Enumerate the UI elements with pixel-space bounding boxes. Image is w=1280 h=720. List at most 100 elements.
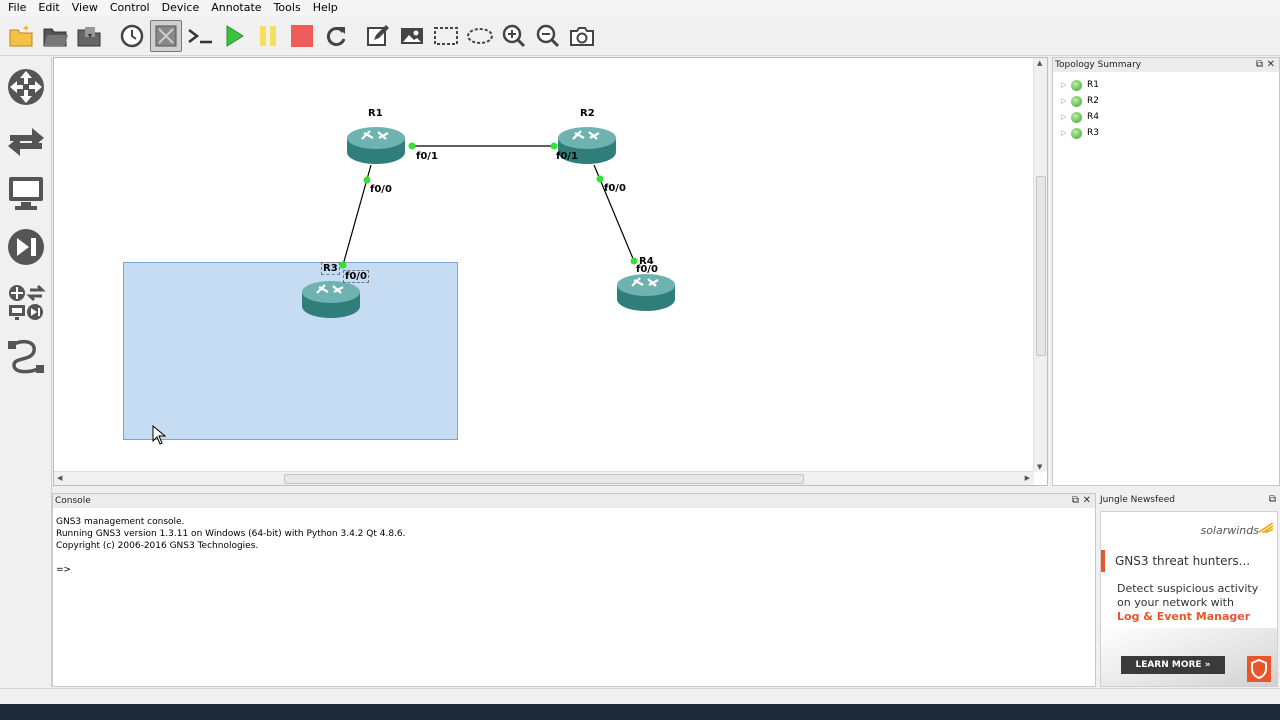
router-r1[interactable] (346, 124, 406, 166)
show-interface-labels-button[interactable] (150, 19, 182, 52)
draw-ellipse-button[interactable] (464, 20, 496, 52)
browse-switches-button[interactable] (4, 119, 48, 163)
topology-item-label: R1 (1087, 80, 1099, 90)
mouse-cursor-icon (152, 425, 166, 445)
edit-note-icon (367, 24, 389, 46)
ad-learn-more-button[interactable]: LEARN MORE » (1121, 656, 1225, 674)
newsfeed-title-bar: Jungle Newsfeed ⧉ (1098, 493, 1280, 507)
cable-icon (8, 339, 44, 374)
topology-item-r4[interactable]: ▷ R4 (1061, 110, 1099, 124)
ad-headline: GNS3 threat hunters... (1115, 554, 1251, 568)
scroll-down-arrow-icon[interactable]: ▼ (1037, 463, 1042, 471)
topology-summary-title-bar: Topology Summary ⧉ ✕ (1053, 58, 1279, 72)
router-icon (617, 274, 675, 311)
port-label-r4-f00[interactable]: f0/0 (636, 264, 658, 275)
node-label-r1[interactable]: R1 (368, 108, 383, 119)
reload-icon (326, 26, 346, 46)
router-type-icon (8, 69, 44, 105)
topology-canvas[interactable]: R1 R2 R3 R4 f0/1 f0/1 f0/0 f0/0 f0/0 f0/… (54, 58, 1034, 472)
menu-tools[interactable]: Tools (268, 0, 307, 16)
snapshot-clock-button[interactable] (116, 20, 148, 52)
status-started-icon (1071, 127, 1082, 139)
zoom-out-button[interactable] (532, 20, 564, 52)
suspend-all-button[interactable] (252, 20, 284, 52)
port-label-r2-f00[interactable]: f0/0 (604, 183, 626, 194)
topology-item-label: R2 (1087, 96, 1099, 106)
expand-arrow-icon[interactable]: ▷ (1061, 97, 1071, 105)
console-all-button[interactable] (184, 20, 216, 52)
save-folder-icon (77, 26, 101, 46)
main-toolbar (0, 16, 1280, 56)
console-line: Copyright (c) 2006-2016 GNS3 Technologie… (56, 541, 259, 551)
clock-icon (120, 24, 144, 47)
switch-type-icon (8, 128, 44, 156)
stop-all-button[interactable] (286, 20, 318, 52)
port-r1-f00-dot (363, 176, 371, 184)
add-link-button[interactable] (4, 333, 48, 377)
menu-edit[interactable]: Edit (32, 0, 65, 16)
vertical-scroll-thumb[interactable] (1036, 176, 1046, 356)
zoom-in-button[interactable] (498, 20, 530, 52)
menu-view[interactable]: View (66, 0, 104, 16)
router-r3[interactable] (301, 278, 361, 320)
console-line: GNS3 management console. (56, 517, 185, 527)
menu-bar: File Edit View Control Device Annotate T… (0, 0, 1280, 16)
solarwinds-logo-icon (1259, 523, 1273, 533)
browse-all-devices-button[interactable] (4, 279, 48, 325)
expand-arrow-icon[interactable]: ▷ (1061, 113, 1071, 121)
newsfeed-ad[interactable]: solarwinds GNS3 threat hunters... Detect… (1100, 511, 1278, 687)
topology-item-r2[interactable]: ▷ R2 (1061, 94, 1099, 108)
console-prompt[interactable]: => (56, 564, 406, 576)
close-dock-icon[interactable]: ✕ (1267, 58, 1275, 72)
save-project-button[interactable] (74, 20, 106, 52)
insert-picture-button[interactable] (396, 20, 428, 52)
start-all-button[interactable] (218, 20, 250, 52)
canvas-horizontal-scrollbar[interactable]: ◀ ▶ (54, 471, 1034, 485)
node-label-r3[interactable]: R3 (321, 262, 340, 275)
status-bar (0, 688, 1280, 704)
float-dock-icon[interactable]: ⧉ (1256, 58, 1263, 72)
browse-routers-button[interactable] (4, 65, 48, 109)
expand-arrow-icon[interactable]: ▷ (1061, 129, 1071, 137)
float-dock-icon[interactable]: ⧉ (1072, 494, 1079, 508)
topology-item-r3[interactable]: ▷ R3 (1061, 126, 1099, 140)
port-label-r2-f01[interactable]: f0/1 (556, 151, 578, 162)
scroll-up-arrow-icon[interactable]: ▲ (1037, 59, 1042, 67)
new-project-button[interactable] (6, 20, 38, 52)
status-started-icon (1071, 95, 1082, 107)
router-r4[interactable] (616, 271, 676, 313)
scroll-right-arrow-icon[interactable]: ▶ (1025, 474, 1030, 482)
screenshot-button[interactable] (566, 20, 598, 52)
all-devices-icon (9, 284, 46, 320)
menu-annotate[interactable]: Annotate (205, 0, 267, 16)
port-label-r1-f00[interactable]: f0/0 (370, 184, 392, 195)
menu-device[interactable]: Device (156, 0, 206, 16)
device-types-bar (0, 57, 52, 687)
menu-control[interactable]: Control (104, 0, 156, 16)
open-project-button[interactable] (40, 20, 72, 52)
close-dock-icon[interactable]: ✕ (1083, 494, 1091, 508)
port-label-r1-f01[interactable]: f0/1 (416, 151, 438, 162)
float-dock-icon[interactable]: ⧉ (1269, 493, 1276, 507)
draw-rectangle-button[interactable] (430, 20, 462, 52)
port-r1-f01-dot (408, 142, 416, 150)
console-dock: Console ⧉ ✕ GNS3 management console. Run… (52, 493, 1096, 687)
console-output[interactable]: GNS3 management console. Running GNS3 ve… (56, 516, 406, 576)
scroll-left-arrow-icon[interactable]: ◀ (57, 474, 62, 482)
node-label-r2[interactable]: R2 (580, 108, 595, 119)
horizontal-scroll-thumb[interactable] (284, 474, 804, 484)
port-label-r3-f00[interactable]: f0/0 (343, 270, 369, 283)
ad-product: Log & Event Manager (1117, 610, 1251, 623)
menu-file[interactable]: File (2, 0, 32, 16)
ellipse-icon (467, 27, 493, 44)
topology-item-r1[interactable]: ▷ R1 (1061, 78, 1099, 92)
new-folder-icon (9, 24, 33, 46)
browse-security-devices-button[interactable] (4, 225, 48, 269)
canvas-vertical-scrollbar[interactable]: ▲ ▼ (1033, 58, 1047, 472)
reload-all-button[interactable] (320, 20, 352, 52)
browse-end-devices-button[interactable] (4, 171, 48, 215)
add-note-button[interactable] (362, 20, 394, 52)
menu-help[interactable]: Help (307, 0, 344, 16)
topology-item-label: R4 (1087, 112, 1099, 122)
expand-arrow-icon[interactable]: ▷ (1061, 81, 1071, 89)
